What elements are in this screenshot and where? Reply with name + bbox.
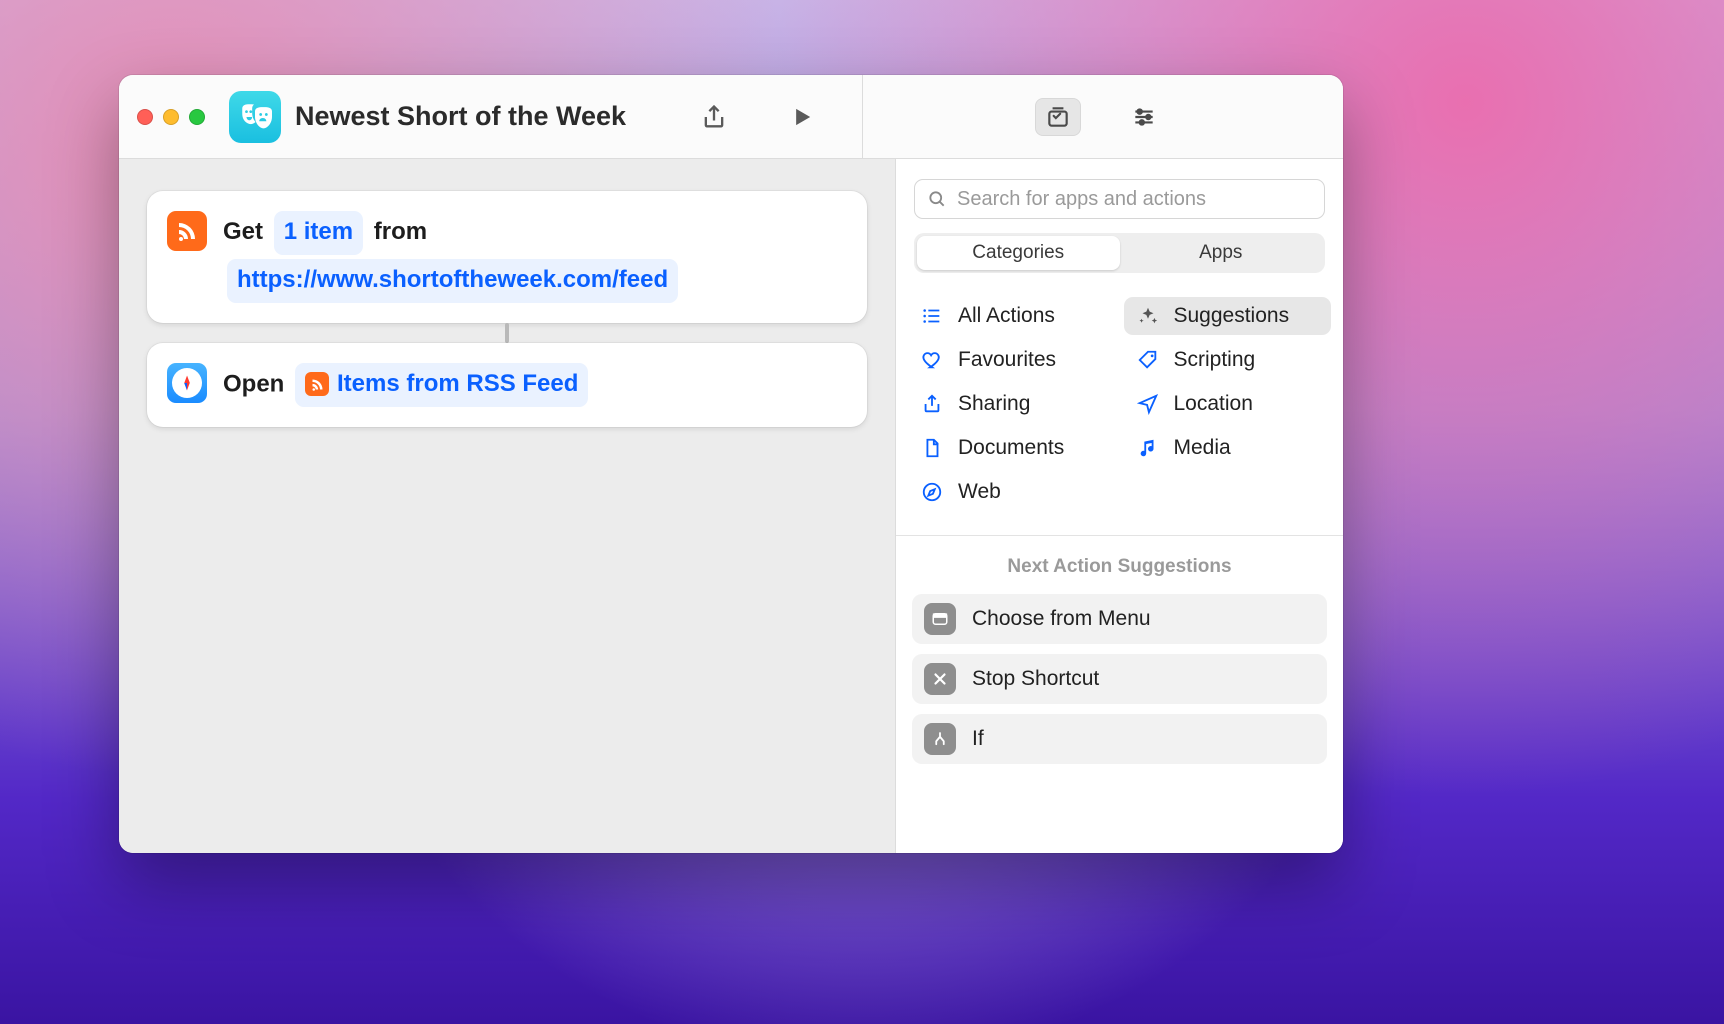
suggestion-label: Stop Shortcut [972, 667, 1099, 691]
settings-panel-button[interactable] [1121, 98, 1167, 136]
suggestion-label: If [972, 727, 984, 751]
sparkles-icon [1136, 305, 1160, 327]
shortcut-icon [229, 91, 281, 143]
category-all-actions[interactable]: All Actions [908, 297, 1116, 335]
library-sidebar: Categories Apps All Actions Favourites [895, 159, 1343, 853]
library-panel-button[interactable] [1035, 98, 1081, 136]
tab-apps[interactable]: Apps [1120, 236, 1323, 270]
category-label: Location [1174, 392, 1253, 416]
share-up-icon [920, 393, 944, 415]
category-documents[interactable]: Documents [908, 429, 1116, 467]
action-open-text: Open Items from RSS Feed [223, 361, 847, 409]
feed-url-token[interactable]: https://www.shortoftheweek.com/feed [227, 259, 678, 303]
item-count-token[interactable]: 1 item [274, 211, 363, 255]
music-note-icon [1136, 437, 1160, 459]
category-label: Web [958, 480, 1001, 504]
categories-grid: All Actions Favourites Sharing Docu [896, 283, 1343, 536]
play-icon [788, 103, 816, 131]
action-search[interactable] [914, 179, 1325, 219]
get-verb: Get [223, 218, 263, 245]
window-controls [137, 109, 205, 125]
compass-icon [176, 372, 198, 394]
content-area: Get 1 item from https://www.shortofthewe… [119, 159, 1343, 853]
shortcuts-editor-window: Newest Short of the Week [119, 75, 1343, 853]
tab-categories[interactable]: Categories [917, 236, 1120, 270]
category-media[interactable]: Media [1124, 429, 1332, 467]
action-connector [505, 323, 509, 343]
suggestions-heading: Next Action Suggestions [912, 556, 1327, 578]
suggestion-stop-shortcut[interactable]: Stop Shortcut [912, 654, 1327, 704]
category-label: Sharing [958, 392, 1030, 416]
rss-mini-icon [305, 372, 329, 396]
sliders-icon [1131, 104, 1157, 130]
suggestion-choose-from-menu[interactable]: Choose from Menu [912, 594, 1327, 644]
category-sharing[interactable]: Sharing [908, 385, 1116, 423]
action-get-rss-text: Get 1 item from https://www.shortofthewe… [223, 209, 847, 305]
open-variable-label: Items from RSS Feed [337, 364, 578, 404]
suggestion-if[interactable]: If [912, 714, 1327, 764]
workflow-canvas[interactable]: Get 1 item from https://www.shortofthewe… [119, 159, 895, 853]
zoom-window-button[interactable] [189, 109, 205, 125]
category-location[interactable]: Location [1124, 385, 1332, 423]
minimize-window-button[interactable] [163, 109, 179, 125]
category-label: Scripting [1174, 348, 1256, 372]
menu-icon [924, 603, 956, 635]
theater-masks-icon [238, 100, 272, 134]
location-arrow-icon [1136, 393, 1160, 415]
category-web[interactable]: Web [908, 473, 1116, 511]
document-icon [920, 437, 944, 459]
x-icon [924, 663, 956, 695]
category-favourites[interactable]: Favourites [908, 341, 1116, 379]
run-button[interactable] [786, 101, 818, 133]
library-tabs: Categories Apps [914, 233, 1325, 273]
category-scripting[interactable]: Scripting [1124, 341, 1332, 379]
titlebar: Newest Short of the Week [119, 75, 1343, 159]
category-suggestions[interactable]: Suggestions [1124, 297, 1332, 335]
open-variable-token[interactable]: Items from RSS Feed [295, 363, 588, 407]
category-label: All Actions [958, 304, 1055, 328]
action-get-rss[interactable]: Get 1 item from https://www.shortofthewe… [147, 191, 867, 323]
branch-icon [924, 723, 956, 755]
open-verb: Open [223, 371, 284, 398]
category-label: Suggestions [1174, 304, 1290, 328]
list-icon [920, 305, 944, 327]
rss-icon [175, 219, 199, 243]
rss-icon [310, 377, 325, 392]
share-button[interactable] [698, 101, 730, 133]
category-label: Favourites [958, 348, 1056, 372]
titlebar-divider [862, 75, 863, 159]
safari-outline-icon [920, 481, 944, 503]
rss-action-icon [167, 211, 207, 251]
category-label: Documents [958, 436, 1064, 460]
from-word: from [374, 218, 427, 245]
close-window-button[interactable] [137, 109, 153, 125]
search-icon [927, 189, 947, 209]
window-title: Newest Short of the Week [295, 101, 626, 132]
suggestion-label: Choose from Menu [972, 607, 1151, 631]
safari-action-icon [167, 363, 207, 403]
action-open-url[interactable]: Open Items from RSS Feed [147, 343, 867, 427]
category-label: Media [1174, 436, 1231, 460]
action-search-input[interactable] [957, 188, 1312, 211]
library-icon [1045, 104, 1071, 130]
heart-icon [920, 349, 944, 371]
tag-icon [1136, 349, 1160, 371]
suggestions-section: Next Action Suggestions Choose from Menu… [896, 536, 1343, 774]
share-icon [700, 103, 728, 131]
